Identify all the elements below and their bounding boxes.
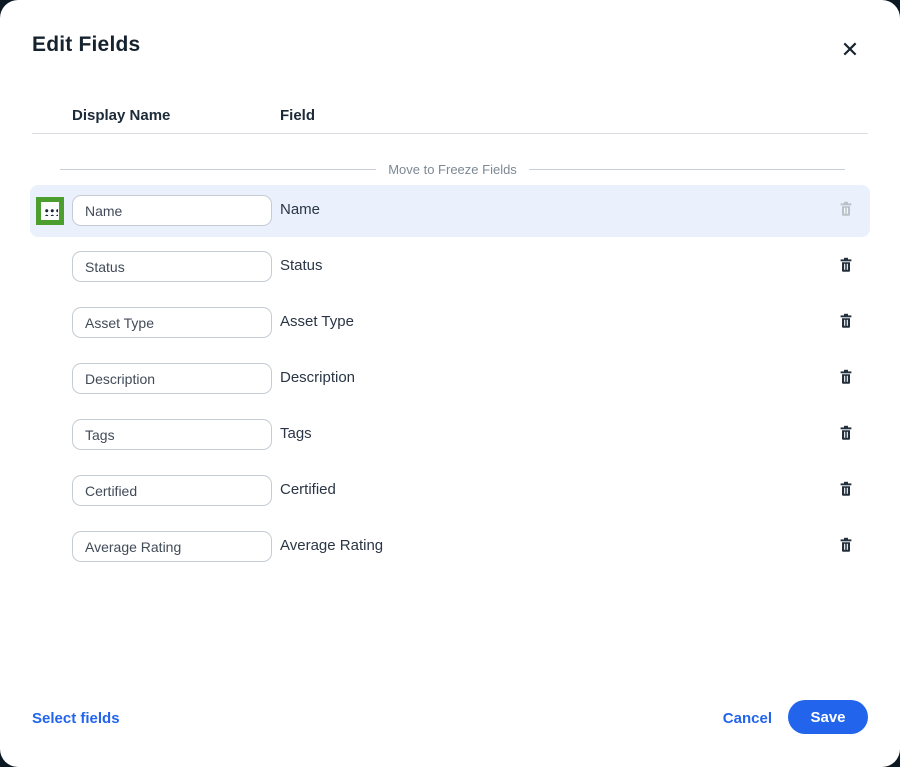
delete-field-button	[838, 201, 854, 217]
delete-field-button[interactable]	[838, 257, 854, 273]
column-header-display-name: Display Name	[72, 107, 170, 124]
delete-field-button[interactable]	[838, 537, 854, 553]
trash-icon	[838, 425, 854, 441]
six-dots-icon	[43, 207, 58, 216]
field-name-label: Certified	[280, 481, 336, 498]
column-header-field: Field	[280, 107, 315, 124]
trash-icon	[838, 537, 854, 553]
display-name-input[interactable]	[72, 475, 272, 506]
trash-icon	[838, 369, 854, 385]
field-row: Name	[0, 185, 900, 241]
delete-field-button[interactable]	[838, 481, 854, 497]
field-row: Description	[0, 353, 900, 409]
trash-icon	[838, 257, 854, 273]
field-name-label: Name	[280, 201, 320, 218]
display-name-input[interactable]	[72, 307, 272, 338]
freeze-divider-label: Move to Freeze Fields	[388, 162, 517, 177]
display-name-input[interactable]	[72, 251, 272, 282]
field-name-label: Average Rating	[280, 537, 383, 554]
trash-icon	[838, 313, 854, 329]
save-button[interactable]: Save	[788, 700, 868, 734]
trash-icon	[838, 481, 854, 497]
display-name-input[interactable]	[72, 531, 272, 562]
divider-line-right	[529, 169, 845, 170]
field-row: Asset Type	[0, 297, 900, 353]
delete-field-button[interactable]	[838, 313, 854, 329]
freeze-fields-divider: Move to Freeze Fields	[60, 162, 845, 177]
field-name-label: Asset Type	[280, 313, 354, 330]
delete-field-button[interactable]	[838, 369, 854, 385]
delete-field-button[interactable]	[838, 425, 854, 441]
field-row: Certified	[0, 465, 900, 521]
divider-line-left	[60, 169, 376, 170]
field-row: Tags	[0, 409, 900, 465]
drag-handle-icon[interactable]	[36, 197, 64, 225]
trash-icon	[838, 201, 854, 217]
field-row: Average Rating	[0, 521, 900, 577]
field-row: Status	[0, 241, 900, 297]
display-name-input[interactable]	[72, 363, 272, 394]
edit-fields-modal: Edit Fields ✕ Display Name Field Move to…	[0, 0, 900, 767]
field-name-label: Description	[280, 369, 355, 386]
close-icon: ✕	[841, 37, 859, 62]
field-name-label: Status	[280, 257, 323, 274]
display-name-input[interactable]	[72, 419, 272, 450]
close-button[interactable]: ✕	[836, 36, 864, 64]
field-rows: Name Status	[0, 185, 900, 577]
select-fields-button[interactable]: Select fields	[32, 710, 120, 727]
display-name-input[interactable]	[72, 195, 272, 226]
header-divider	[32, 133, 868, 134]
cancel-button[interactable]: Cancel	[723, 710, 772, 727]
page-title: Edit Fields	[32, 33, 140, 57]
field-name-label: Tags	[280, 425, 312, 442]
